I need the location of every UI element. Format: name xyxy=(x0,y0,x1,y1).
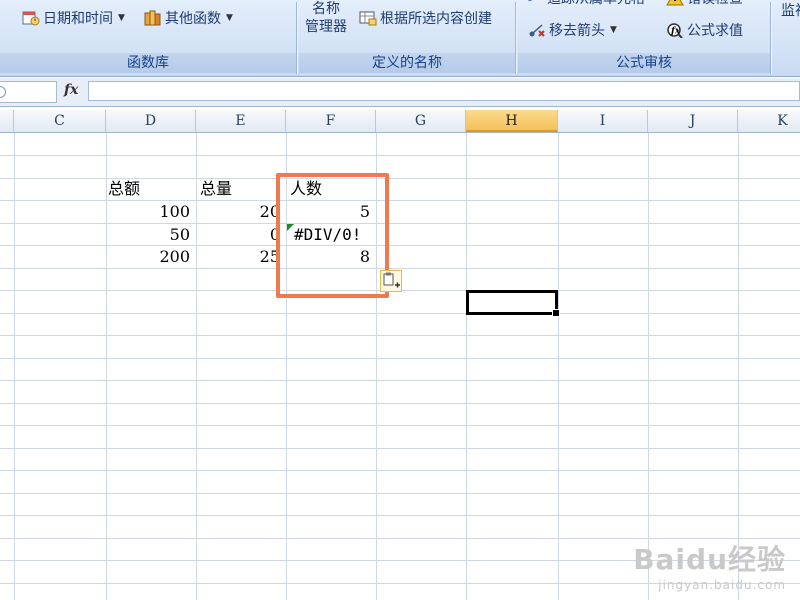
gridline xyxy=(648,133,649,600)
create-from-selection-button[interactable]: 根据所选内容创建 xyxy=(359,8,492,28)
fill-handle[interactable] xyxy=(552,309,560,317)
cell-d1[interactable]: 100 xyxy=(106,201,196,223)
evaluate-formula-button[interactable]: fx 公式求值 xyxy=(666,20,743,40)
ribbon-group-watch: 监视 xyxy=(773,0,800,76)
cell-e3[interactable]: 25 xyxy=(196,246,286,268)
date-time-button[interactable]: 日期和时间 ▼ xyxy=(22,8,125,28)
name-box-handle-icon xyxy=(0,86,6,98)
column-header-j[interactable]: J xyxy=(648,110,738,132)
date-time-label: 日期和时间 xyxy=(43,11,113,27)
other-functions-button[interactable]: 其他函数 ▼ xyxy=(144,8,233,28)
trace-dependents-label: 追踪从属单元格 xyxy=(547,0,645,8)
cell-d2[interactable]: 50 xyxy=(106,224,196,246)
column-header-h[interactable]: H xyxy=(466,110,558,132)
gridline xyxy=(0,358,800,359)
watch-window-button[interactable]: 监视 xyxy=(781,0,800,20)
gridline xyxy=(0,155,800,156)
gridline xyxy=(0,470,800,471)
trace-dependents-icon xyxy=(526,0,544,6)
warning-icon xyxy=(666,0,684,6)
gridline xyxy=(0,515,800,516)
formula-bar: fx xyxy=(0,78,800,107)
ribbon-group-function-library: 日期和时间 ▼ 其他函数 ▼ 函数库 xyxy=(0,0,296,76)
remove-arrows-label: 移去箭头 xyxy=(549,23,605,39)
gridline xyxy=(0,335,800,336)
chevron-down-icon: ▼ xyxy=(610,25,617,35)
active-cell-selection[interactable] xyxy=(466,290,560,317)
gridline xyxy=(0,313,800,314)
group-label-function-library: 函数库 xyxy=(0,53,296,73)
remove-arrows-button[interactable]: 移去箭头 ▼ xyxy=(528,20,617,40)
column-header-f[interactable]: F xyxy=(286,110,376,132)
name-manager-label-2: 管理器 xyxy=(305,19,347,35)
watermark-logo: Baidu经验 xyxy=(633,543,786,576)
ribbon-separator xyxy=(296,2,298,74)
gridline xyxy=(466,133,467,600)
cell-e2[interactable]: 0 xyxy=(196,224,286,246)
create-names-icon xyxy=(359,10,377,26)
watermark: Baidu经验 jingyan.baidu.com xyxy=(633,538,786,592)
trace-dependents-button[interactable]: 追踪从属单元格 xyxy=(526,0,645,8)
cell-d-header[interactable]: 总额 xyxy=(104,178,196,200)
worksheet-grid[interactable]: 总额 总量 人数 100 20 5 50 0 #DIV/0! 200 25 8 … xyxy=(0,133,800,600)
evaluate-formula-icon: fx xyxy=(666,22,684,39)
column-header-stub[interactable] xyxy=(0,110,14,132)
column-header-g[interactable]: G xyxy=(376,110,466,132)
cell-e1[interactable]: 20 xyxy=(196,201,286,223)
name-box[interactable] xyxy=(0,81,57,103)
gridline xyxy=(0,448,800,449)
gridline xyxy=(0,425,800,426)
column-header-c[interactable]: C xyxy=(14,110,106,132)
gridline xyxy=(738,133,739,600)
gridline xyxy=(0,493,800,494)
annotation-highlight-box xyxy=(276,173,389,298)
books-icon xyxy=(144,10,162,26)
ribbon-separator xyxy=(515,2,517,74)
cell-d3[interactable]: 200 xyxy=(106,246,196,268)
column-header-k[interactable]: K xyxy=(738,110,800,132)
other-functions-label: 其他函数 xyxy=(165,11,221,27)
name-manager-label-1: 名称 xyxy=(312,1,340,17)
column-header-e[interactable]: E xyxy=(196,110,286,132)
calendar-clock-icon xyxy=(22,10,40,26)
gridline xyxy=(0,403,800,404)
column-header-d[interactable]: D xyxy=(106,110,196,132)
group-label-defined-names: 定义的名称 xyxy=(299,53,515,73)
ribbon: 日期和时间 ▼ 其他函数 ▼ 函数库 名称 管理器 根据所选内容创建 定义的名称… xyxy=(0,0,800,77)
group-label-formula-auditing: 公式审核 xyxy=(518,53,770,73)
insert-function-icon[interactable]: fx xyxy=(64,82,78,98)
remove-arrows-icon xyxy=(528,22,546,38)
ribbon-separator xyxy=(770,2,772,74)
formula-input[interactable] xyxy=(88,81,800,101)
gridline xyxy=(0,268,800,269)
error-checking-button[interactable]: 错误检查 xyxy=(666,0,743,8)
cell-e-header[interactable]: 总量 xyxy=(196,178,286,200)
gridline xyxy=(558,133,559,600)
paste-options-button[interactable] xyxy=(380,270,402,292)
column-headers: C D E F G H I J K xyxy=(0,110,800,133)
ribbon-group-formula-auditing: 追踪从属单元格 错误检查 移去箭头 ▼ xyxy=(518,0,770,76)
ribbon-group-defined-names: 名称 管理器 根据所选内容创建 定义的名称 xyxy=(299,0,515,76)
gridline xyxy=(14,133,15,600)
evaluate-formula-label: 公式求值 xyxy=(687,23,743,39)
column-header-i[interactable]: I xyxy=(558,110,648,132)
chevron-down-icon: ▼ xyxy=(226,13,233,23)
paste-options-icon xyxy=(383,272,400,288)
gridline xyxy=(0,380,800,381)
chevron-down-icon: ▼ xyxy=(118,13,125,23)
create-from-selection-label: 根据所选内容创建 xyxy=(380,11,492,27)
error-checking-label: 错误检查 xyxy=(687,0,743,8)
watermark-url: jingyan.baidu.com xyxy=(658,578,786,592)
watch-window-label: 监视 xyxy=(781,3,800,19)
name-manager-button[interactable]: 名称 管理器 xyxy=(305,0,347,36)
